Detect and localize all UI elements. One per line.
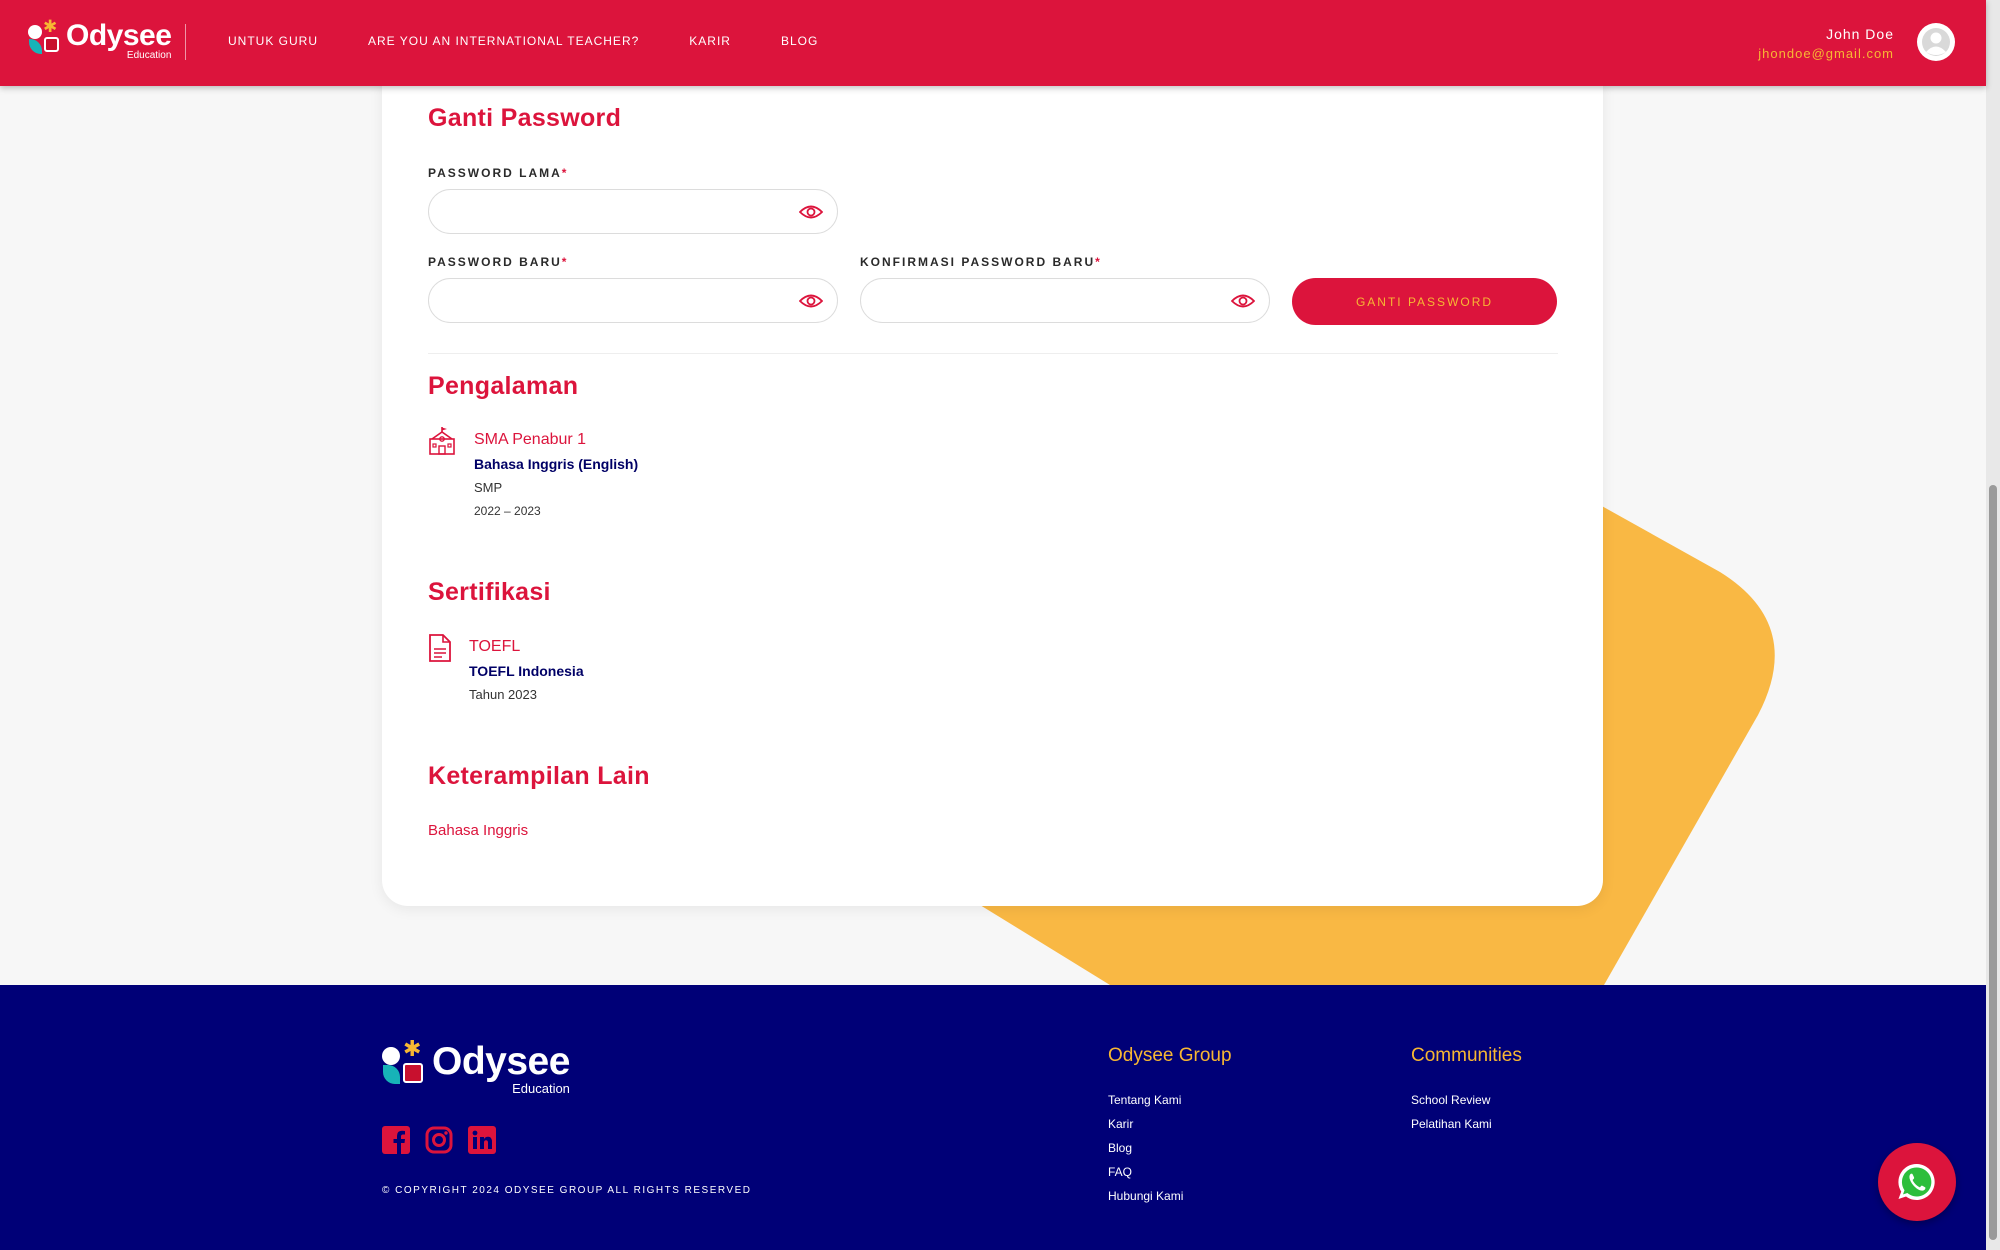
scrollbar-thumb[interactable] bbox=[1989, 485, 1997, 1240]
profile-card: Ganti Password PASSWORD LAMA* PASSWORD B… bbox=[382, 60, 1603, 906]
new-password-input[interactable] bbox=[445, 287, 775, 315]
brand-logo[interactable]: ✱ Odysee Education bbox=[28, 18, 172, 61]
nav-divider bbox=[185, 24, 186, 60]
footer-column-communities: Communities School Review Pelatihan Kami bbox=[1411, 1045, 1522, 1141]
footer-brand-subtitle: Education bbox=[512, 1081, 570, 1096]
old-password-field bbox=[428, 189, 838, 234]
confirm-password-label: KONFIRMASI PASSWORD BARU* bbox=[860, 255, 1102, 269]
footer-column-odysee-group: Odysee Group Tentang Kami Karir Blog FAQ… bbox=[1108, 1045, 1232, 1213]
experience-section-title: Pengalaman bbox=[428, 372, 579, 400]
old-password-input[interactable] bbox=[445, 198, 775, 226]
eye-icon[interactable] bbox=[1231, 291, 1255, 311]
odysee-logo-icon: ✱ bbox=[382, 1038, 424, 1085]
page-scrollbar[interactable] bbox=[1986, 0, 2000, 1250]
experience-school: SMA Penabur 1 bbox=[474, 431, 587, 448]
certification-organization: TOEFL Indonesia bbox=[469, 663, 584, 679]
eye-icon[interactable] bbox=[799, 202, 823, 222]
experience-subject: Bahasa Inggris (English) bbox=[474, 456, 639, 472]
linkedin-icon[interactable] bbox=[468, 1126, 496, 1154]
certification-section-title: Sertifikasi bbox=[428, 578, 551, 606]
nav-item-blog[interactable]: BLOG bbox=[781, 34, 818, 48]
password-section-title: Ganti Password bbox=[428, 104, 622, 132]
whatsapp-button[interactable] bbox=[1878, 1143, 1956, 1221]
school-icon bbox=[429, 427, 455, 455]
footer-link-school-review[interactable]: School Review bbox=[1411, 1093, 1522, 1107]
document-icon bbox=[429, 634, 451, 662]
certification-name: TOEFL bbox=[469, 638, 521, 655]
experience-level: SMP bbox=[474, 480, 503, 495]
user-email: jhondoe@gmail.com bbox=[1758, 46, 1894, 61]
user-avatar-icon bbox=[1922, 28, 1950, 56]
nav-item-international-teacher[interactable]: ARE YOU AN INTERNATIONAL TEACHER? bbox=[368, 34, 639, 48]
footer-column-title: Odysee Group bbox=[1108, 1045, 1232, 1066]
whatsapp-icon bbox=[1898, 1163, 1935, 1200]
footer-link-blog[interactable]: Blog bbox=[1108, 1141, 1232, 1155]
skill-item[interactable]: Bahasa Inggris bbox=[428, 822, 528, 839]
experience-years: 2022 – 2023 bbox=[474, 504, 541, 518]
old-password-label: PASSWORD LAMA* bbox=[428, 166, 569, 180]
user-info[interactable]: John Doe jhondoe@gmail.com bbox=[1758, 26, 1894, 61]
brand-name: Odysee bbox=[66, 19, 172, 52]
eye-icon[interactable] bbox=[799, 291, 823, 311]
new-password-field bbox=[428, 278, 838, 323]
footer-link-tentang-kami[interactable]: Tentang Kami bbox=[1108, 1093, 1232, 1107]
change-password-button[interactable]: GANTI PASSWORD bbox=[1292, 278, 1557, 325]
new-password-label: PASSWORD BARU* bbox=[428, 255, 569, 269]
odysee-logo-icon: ✱ bbox=[28, 18, 60, 54]
nav-item-untuk-guru[interactable]: UNTUK GURU bbox=[228, 34, 318, 48]
section-divider bbox=[428, 353, 1558, 354]
footer-brand-name: Odysee bbox=[432, 1040, 570, 1083]
footer: ✱ Odysee Education © COPYRIGHT 2024 ODYS… bbox=[0, 985, 1986, 1250]
footer-link-hubungi-kami[interactable]: Hubungi Kami bbox=[1108, 1189, 1232, 1203]
footer-link-karir[interactable]: Karir bbox=[1108, 1117, 1232, 1131]
footer-brand-logo[interactable]: ✱ Odysee Education bbox=[382, 1038, 570, 1096]
certification-year: Tahun 2023 bbox=[469, 687, 537, 702]
skills-section-title: Keterampilan Lain bbox=[428, 762, 650, 790]
confirm-password-input[interactable] bbox=[877, 287, 1207, 315]
nav-item-karir[interactable]: KARIR bbox=[689, 34, 731, 48]
facebook-icon[interactable] bbox=[382, 1126, 410, 1154]
social-links bbox=[382, 1126, 511, 1154]
footer-link-faq[interactable]: FAQ bbox=[1108, 1165, 1232, 1179]
instagram-icon[interactable] bbox=[425, 1126, 453, 1154]
main-nav: UNTUK GURU ARE YOU AN INTERNATIONAL TEAC… bbox=[228, 34, 868, 48]
footer-column-title: Communities bbox=[1411, 1045, 1522, 1066]
copyright-text: © COPYRIGHT 2024 ODYSEE GROUP ALL RIGHTS… bbox=[382, 1185, 752, 1196]
user-name: John Doe bbox=[1826, 26, 1894, 42]
confirm-password-field bbox=[860, 278, 1270, 323]
top-navigation-bar: ✱ Odysee Education UNTUK GURU ARE YOU AN… bbox=[0, 0, 1986, 86]
avatar[interactable] bbox=[1917, 23, 1955, 61]
footer-link-pelatihan-kami[interactable]: Pelatihan Kami bbox=[1411, 1117, 1522, 1131]
